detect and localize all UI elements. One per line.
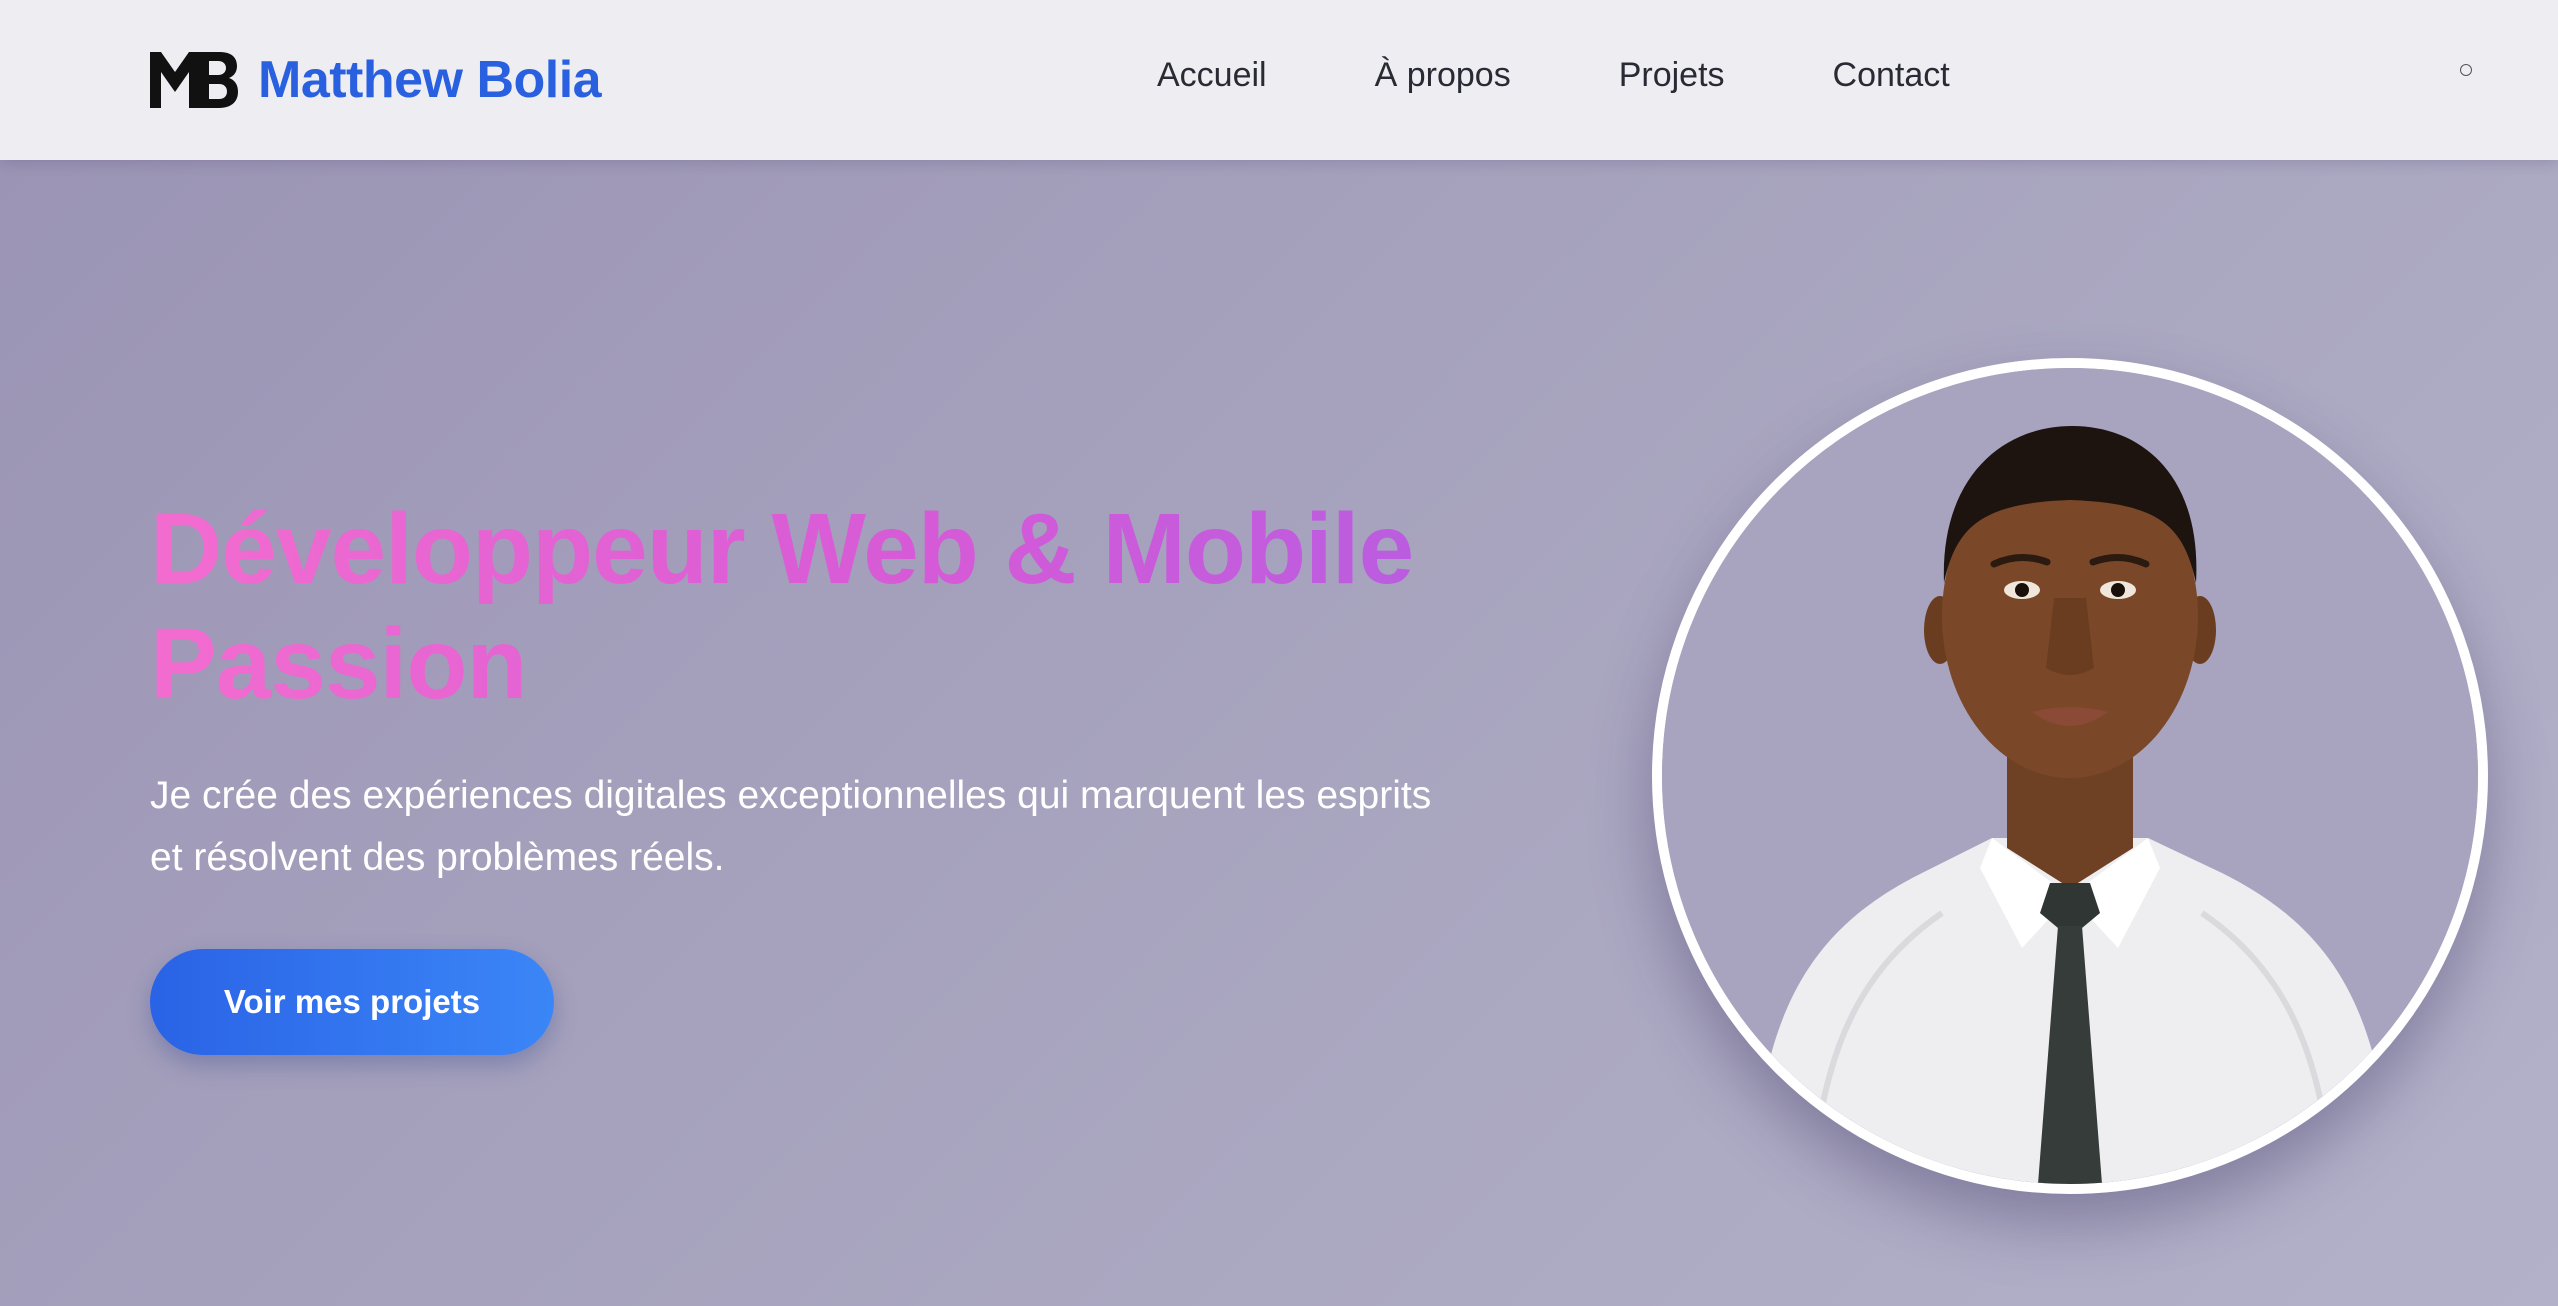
hero-subtitle: Je crée des expériences digitales except… [150,765,1590,889]
hero-subtitle-line-1: Je crée des expériences digitales except… [150,774,1432,817]
nav-link-accueil[interactable]: Accueil [1157,56,1267,95]
nav-link-contact[interactable]: Contact [1833,56,1950,95]
hero-title-line-1: Développeur Web & Mobile [150,493,1414,605]
nav-link-projets[interactable]: Projets [1619,56,1725,95]
profile-photo [1652,358,2488,1194]
hero-subtitle-line-2: et résolvent des problèmes réels. [150,836,725,879]
view-projects-button[interactable]: Voir mes projets [150,949,554,1055]
hero-title-line-2: Passion [150,608,527,720]
portrait-illustration [1662,368,2478,1184]
mb-monogram-icon[interactable] [150,52,238,108]
site-header: Matthew Bolia Accueil À propos Projets C… [0,0,2558,160]
hero-title: Développeur Web & Mobile Passion [150,492,1550,722]
circle-icon[interactable] [2460,64,2472,76]
main-nav: Accueil À propos Projets Contact [1157,50,1950,100]
brand-name[interactable]: Matthew Bolia [258,50,602,110]
brand[interactable]: Matthew Bolia [150,40,602,120]
nav-link-a-propos[interactable]: À propos [1375,56,1511,95]
